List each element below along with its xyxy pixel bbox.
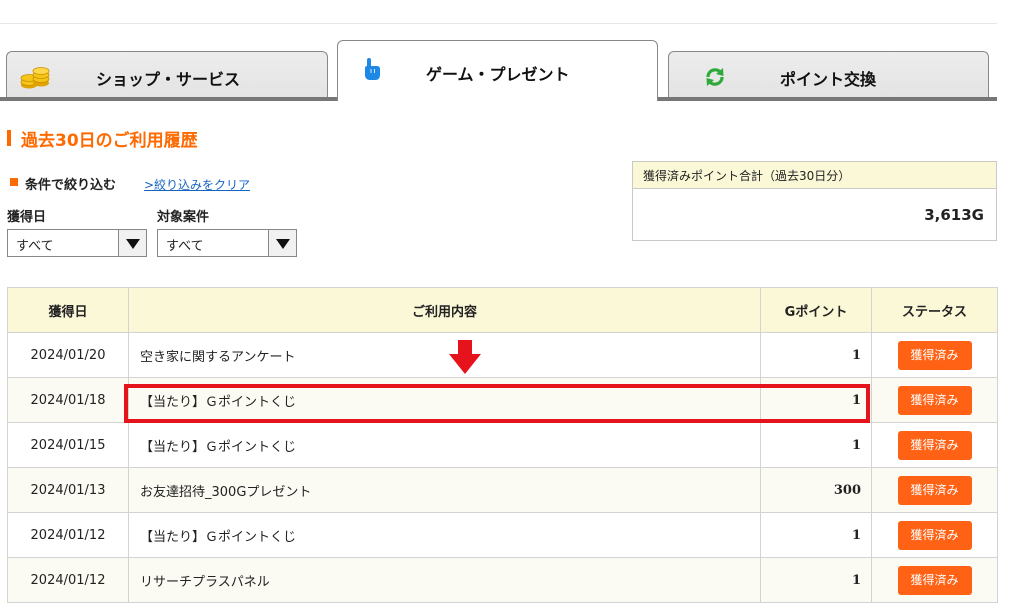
type-filter-value: すべて: [166, 239, 204, 254]
filter-title-marker: [10, 178, 18, 186]
header-description: ご利用内容: [128, 287, 761, 333]
row-points: 1: [760, 422, 872, 468]
tab-label: ゲーム・プレゼント: [426, 65, 570, 84]
summary-total: 3,613G: [924, 206, 984, 224]
tab-point-exchange[interactable]: ポイント交換: [668, 51, 989, 98]
header-points: Gポイント: [760, 287, 872, 333]
date-filter-value: すべて: [16, 239, 54, 254]
table-row: 2024/01/18 【当たり】Ｇポイントくじ 1 獲得済み: [7, 377, 998, 423]
date-filter-select[interactable]: すべて: [7, 229, 147, 257]
row-status-cell: 獲得済み: [871, 377, 998, 423]
row-description: 【当たり】Ｇポイントくじ: [128, 377, 761, 423]
row-points: 300: [760, 467, 872, 513]
status-button[interactable]: 獲得済み: [897, 520, 972, 550]
header-status: ステータス: [871, 287, 998, 333]
row-description: 空き家に関するアンケート: [128, 332, 761, 378]
tab-shop-service[interactable]: ショップ・サービス: [6, 51, 328, 98]
section-title: 過去30日のご利用履歴: [21, 131, 198, 151]
row-description: 【当たり】Ｇポイントくじ: [128, 512, 761, 558]
table-row: 2024/01/12 リサーチプラスパネル 1 獲得済み: [7, 557, 998, 603]
filter-title: 条件で絞り込む: [25, 178, 117, 193]
table-row: 2024/01/12 【当たり】Ｇポイントくじ 1 獲得済み: [7, 512, 998, 558]
type-filter-label: 対象案件: [157, 210, 210, 225]
row-points: 1: [760, 377, 872, 423]
history-table: 獲得日 ご利用内容 Gポイント ステータス 2024/01/20 空き家に関する…: [7, 287, 998, 603]
summary-header: 獲得済みポイント合計（過去30日分）: [633, 162, 996, 189]
coins-icon: [20, 64, 50, 94]
status-button[interactable]: 獲得済み: [897, 385, 972, 415]
row-description: お友達招待_300Gプレゼント: [128, 467, 761, 513]
dropdown-arrow-icon: [118, 230, 146, 256]
refresh-icon: [704, 66, 726, 92]
row-status-cell: 獲得済み: [871, 512, 998, 558]
tab-label: ポイント交換: [780, 70, 877, 89]
summary-label: 獲得済みポイント合計（過去30日分）: [643, 169, 851, 183]
table-row: 2024/01/13 お友達招待_300Gプレゼント 300 獲得済み: [7, 467, 998, 513]
tab-game-present[interactable]: ゲーム・プレゼント: [337, 40, 658, 101]
clear-filter-link[interactable]: >絞り込みをクリア: [144, 176, 250, 193]
table-row: 2024/01/15 【当たり】Ｇポイントくじ 1 獲得済み: [7, 422, 998, 468]
row-date: 2024/01/18: [7, 377, 129, 423]
status-button[interactable]: 獲得済み: [897, 565, 972, 595]
type-filter-select[interactable]: すべて: [157, 229, 297, 257]
row-status-cell: 獲得済み: [871, 557, 998, 603]
table-row: 2024/01/20 空き家に関するアンケート 1 獲得済み: [7, 332, 998, 378]
status-button[interactable]: 獲得済み: [897, 340, 972, 370]
tab-label: ショップ・サービス: [96, 70, 241, 89]
top-divider: [0, 23, 997, 24]
row-date: 2024/01/15: [7, 422, 129, 468]
table-header-row: 獲得日 ご利用内容 Gポイント ステータス: [7, 287, 998, 333]
row-status-cell: 獲得済み: [871, 467, 998, 513]
row-status-cell: 獲得済み: [871, 422, 998, 468]
pointing-hand-icon: [362, 57, 382, 85]
row-date: 2024/01/13: [7, 467, 129, 513]
section-title-marker: [7, 130, 11, 146]
status-button[interactable]: 獲得済み: [897, 430, 972, 460]
date-filter-label: 獲得日: [7, 210, 47, 225]
down-arrow-icon: [447, 340, 483, 380]
row-date: 2024/01/12: [7, 512, 129, 558]
dropdown-arrow-icon: [268, 230, 296, 256]
row-points: 1: [760, 557, 872, 603]
row-points: 1: [760, 512, 872, 558]
row-status-cell: 獲得済み: [871, 332, 998, 378]
row-points: 1: [760, 332, 872, 378]
status-button[interactable]: 獲得済み: [897, 475, 972, 505]
row-description: リサーチプラスパネル: [128, 557, 761, 603]
header-date: 獲得日: [7, 287, 129, 333]
row-description: 【当たり】Ｇポイントくじ: [128, 422, 761, 468]
points-summary-box: 獲得済みポイント合計（過去30日分） 3,613G: [632, 161, 997, 241]
row-date: 2024/01/12: [7, 557, 129, 603]
row-date: 2024/01/20: [7, 332, 129, 378]
